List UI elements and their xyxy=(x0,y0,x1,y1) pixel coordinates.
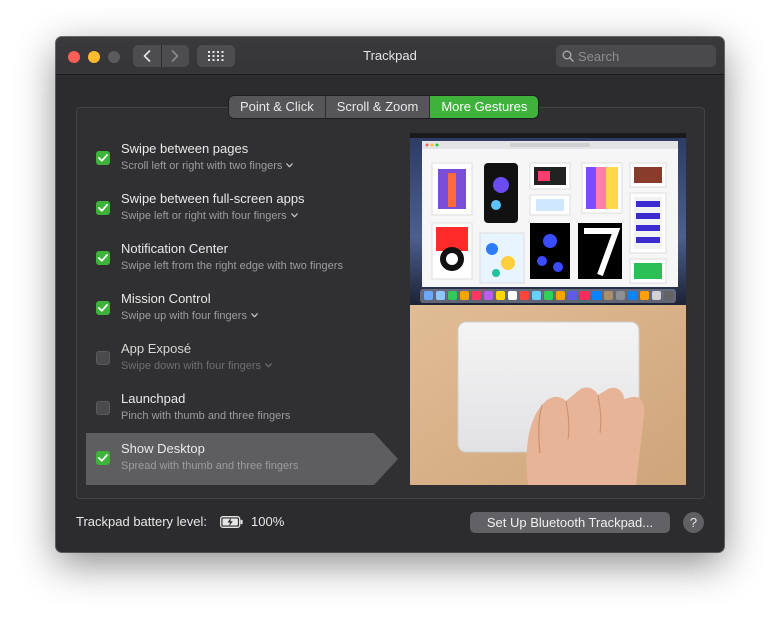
search-field[interactable] xyxy=(556,45,716,67)
battery-label: Trackpad battery level: xyxy=(76,514,208,529)
gesture-option-dropdown[interactable]: Swipe left or right with four fingers xyxy=(121,210,298,222)
checkmark-icon xyxy=(98,204,108,212)
checkmark-icon xyxy=(98,254,108,262)
help-button[interactable]: ? xyxy=(683,512,704,533)
gesture-subtitle: Spread with thumb and three fingers xyxy=(121,460,299,472)
gesture-option-dropdown[interactable]: Scroll left or right with two fingers xyxy=(121,160,294,172)
gesture-title: Notification Center xyxy=(121,241,228,256)
mission-control-checkbox[interactable] xyxy=(96,301,110,315)
preview-illustration xyxy=(410,133,686,485)
gesture-title: Mission Control xyxy=(121,291,211,306)
gesture-row-mission-control[interactable]: Mission Control Swipe up with four finge… xyxy=(86,283,428,335)
gesture-title: Show Desktop xyxy=(121,441,205,456)
gesture-row-notification-center[interactable]: Notification Center Swipe left from the … xyxy=(86,233,428,285)
gesture-row-launchpad[interactable]: Launchpad Pinch with thumb and three fin… xyxy=(86,383,428,435)
chevron-down-icon xyxy=(251,313,258,318)
gesture-title: Swipe between full-screen apps xyxy=(121,191,305,206)
tab-more-gestures[interactable]: More Gestures xyxy=(429,96,539,118)
gesture-subtitle: Swipe left or right with four fingers xyxy=(121,210,287,222)
notification-center-checkbox[interactable] xyxy=(96,251,110,265)
gesture-row-app-expose[interactable]: App Exposé Swipe down with four fingers xyxy=(86,333,428,385)
gesture-subtitle: Swipe left from the right edge with two … xyxy=(121,260,343,272)
gesture-subtitle: Swipe down with four fingers xyxy=(121,360,262,372)
search-icon xyxy=(562,50,574,62)
tab-point-click[interactable]: Point & Click xyxy=(229,96,325,118)
gesture-row-show-desktop[interactable]: Show Desktop Spread with thumb and three… xyxy=(86,433,398,485)
gesture-row-swipe-pages[interactable]: Swipe between pages Scroll left or right… xyxy=(86,133,428,185)
tab-bar: Point & Click Scroll & Zoom More Gesture… xyxy=(229,96,539,118)
battery-charging-icon xyxy=(220,516,243,528)
chevron-down-icon xyxy=(290,213,298,218)
checkmark-icon xyxy=(98,304,108,312)
chevron-down-icon xyxy=(286,163,294,168)
gesture-subtitle: Scroll left or right with two fingers xyxy=(121,160,283,172)
checkmark-icon xyxy=(98,154,108,162)
gesture-option-dropdown: Swipe down with four fingers xyxy=(121,360,272,372)
gesture-row-swipe-fullscreen[interactable]: Swipe between full-screen apps Swipe lef… xyxy=(86,183,428,235)
app-expose-checkbox[interactable] xyxy=(96,351,110,365)
swipe-pages-checkbox[interactable] xyxy=(96,151,110,165)
gesture-preview-video xyxy=(410,133,686,485)
show-desktop-checkbox[interactable] xyxy=(96,451,110,465)
preferences-window: Trackpad Point & Click Scroll & Zoom Mor… xyxy=(56,37,724,552)
checkmark-icon xyxy=(98,454,108,462)
chevron-down-icon xyxy=(265,363,272,368)
tab-scroll-zoom[interactable]: Scroll & Zoom xyxy=(324,96,430,118)
setup-bluetooth-trackpad-button[interactable]: Set Up Bluetooth Trackpad... xyxy=(470,512,670,533)
gesture-subtitle: Pinch with thumb and three fingers xyxy=(121,410,291,422)
battery-level-value: 100% xyxy=(251,514,285,529)
gesture-title: Launchpad xyxy=(121,391,186,406)
search-input[interactable] xyxy=(578,45,708,67)
title-bar: Trackpad xyxy=(56,37,724,75)
launchpad-checkbox[interactable] xyxy=(96,401,110,415)
gesture-title: Swipe between pages xyxy=(121,141,249,156)
gesture-subtitle: Swipe up with four fingers xyxy=(121,310,247,322)
swipe-fullscreen-checkbox[interactable] xyxy=(96,201,110,215)
gesture-title: App Exposé xyxy=(121,341,192,356)
gesture-option-dropdown[interactable]: Swipe up with four fingers xyxy=(121,310,258,322)
